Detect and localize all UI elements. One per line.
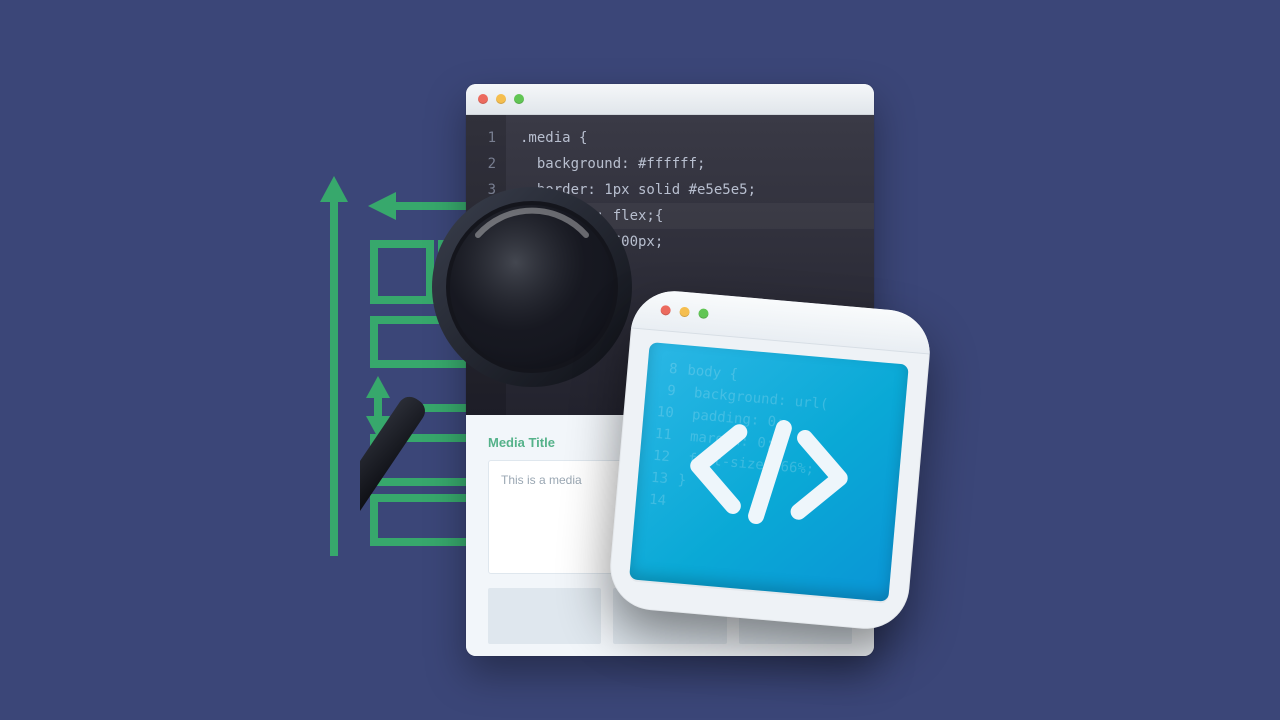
code-line: }	[520, 255, 860, 281]
line-number: 7	[466, 281, 506, 307]
line-number: 6	[466, 255, 506, 281]
zoom-icon[interactable]	[514, 94, 524, 104]
code-line: max-width: 600px;	[520, 229, 860, 255]
line-gutter: 1 2 3 4 5 6 7 8	[466, 115, 506, 415]
close-icon[interactable]	[478, 94, 488, 104]
code-app-icon: 8body { 9 background: url( 10 padding: 0…	[607, 288, 934, 633]
text-cursor-icon	[530, 307, 532, 325]
code-tag-icon	[679, 410, 858, 534]
line-number: 1	[466, 125, 506, 151]
code-line: background: #ffffff;	[520, 151, 860, 177]
line-number: 4	[466, 203, 506, 229]
minimize-icon[interactable]	[496, 94, 506, 104]
preview-tile	[488, 588, 601, 644]
zoom-icon[interactable]	[698, 308, 709, 319]
code-line: .media {	[520, 125, 860, 151]
line-number: 3	[466, 177, 506, 203]
line-number: 5	[466, 229, 506, 255]
code-line-highlighted: display: flex;{	[506, 203, 874, 229]
line-number: 8	[466, 307, 506, 333]
close-icon[interactable]	[660, 305, 671, 316]
illustration-stage: 1 2 3 4 5 6 7 8 .media { background: #ff…	[0, 0, 1280, 720]
window-titlebar	[466, 84, 874, 115]
minimize-icon[interactable]	[679, 307, 690, 318]
code-line: border: 1px solid #e5e5e5;	[520, 177, 860, 203]
app-screen: 8body { 9 background: url( 10 padding: 0…	[629, 342, 909, 602]
preview-card-text: This is a media	[501, 473, 582, 487]
line-number: 2	[466, 151, 506, 177]
